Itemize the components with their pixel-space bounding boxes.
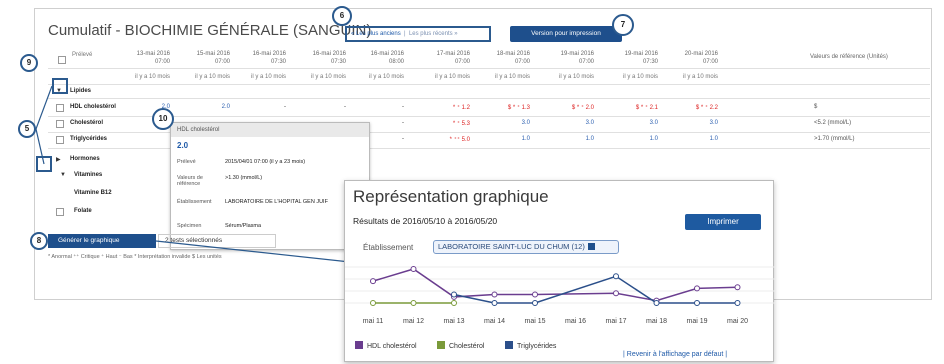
data-point — [410, 266, 417, 272]
data-point — [613, 290, 619, 297]
data-point — [532, 300, 538, 306]
x-tick-label: mai 12 — [403, 318, 424, 325]
x-tick-label: mai 18 — [646, 318, 667, 325]
data-point — [694, 285, 700, 292]
establishment-filter[interactable]: LABORATOIRE SAINT-LUC DU CHUM (12) — [433, 240, 619, 254]
legend-triglycerides[interactable]: Triglycérides — [505, 341, 556, 350]
data-point — [653, 300, 660, 306]
legend-hdl[interactable]: HDL cholestérol — [355, 341, 417, 350]
x-tick-label: mai 20 — [727, 318, 748, 325]
x-tick-label: mai 19 — [686, 318, 707, 325]
x-tick-label: mai 16 — [565, 318, 586, 325]
x-tick-label: mai 11 — [363, 318, 384, 325]
data-point — [370, 278, 376, 285]
reset-view-link[interactable]: | Revenir à l'affichage par défaut | — [623, 351, 727, 358]
x-tick-label: mai 14 — [484, 318, 505, 325]
chart-panel: Représentation graphique Résultats de 20… — [344, 180, 775, 362]
x-tick-label: mai 15 — [524, 318, 545, 325]
data-point — [734, 300, 741, 306]
data-point — [491, 300, 498, 306]
data-point — [370, 300, 376, 306]
data-point — [491, 291, 498, 298]
establishment-label: Établissement — [363, 243, 414, 252]
data-point — [613, 273, 619, 280]
line-chart: mai 11 mai 12 mai 13 mai 14 mai 15 mai 16 mai … — [345, 266, 775, 325]
data-point — [451, 300, 457, 306]
legend-cholesterol[interactable]: Cholestérol — [437, 341, 484, 350]
data-point — [410, 300, 417, 306]
data-point — [694, 300, 700, 306]
establishment-color-icon — [587, 243, 595, 250]
data-point — [532, 291, 538, 298]
data-point — [734, 284, 741, 291]
chart-range: Résultats de 2016/05/10 à 2016/05/20 — [353, 216, 498, 226]
x-tick-label: mai 13 — [443, 318, 464, 325]
x-tick-label: mai 17 — [605, 318, 626, 325]
chart-print-button[interactable]: Imprimer — [685, 214, 761, 230]
data-point — [451, 291, 457, 298]
chart-panel-title: Représentation graphique — [353, 187, 549, 206]
